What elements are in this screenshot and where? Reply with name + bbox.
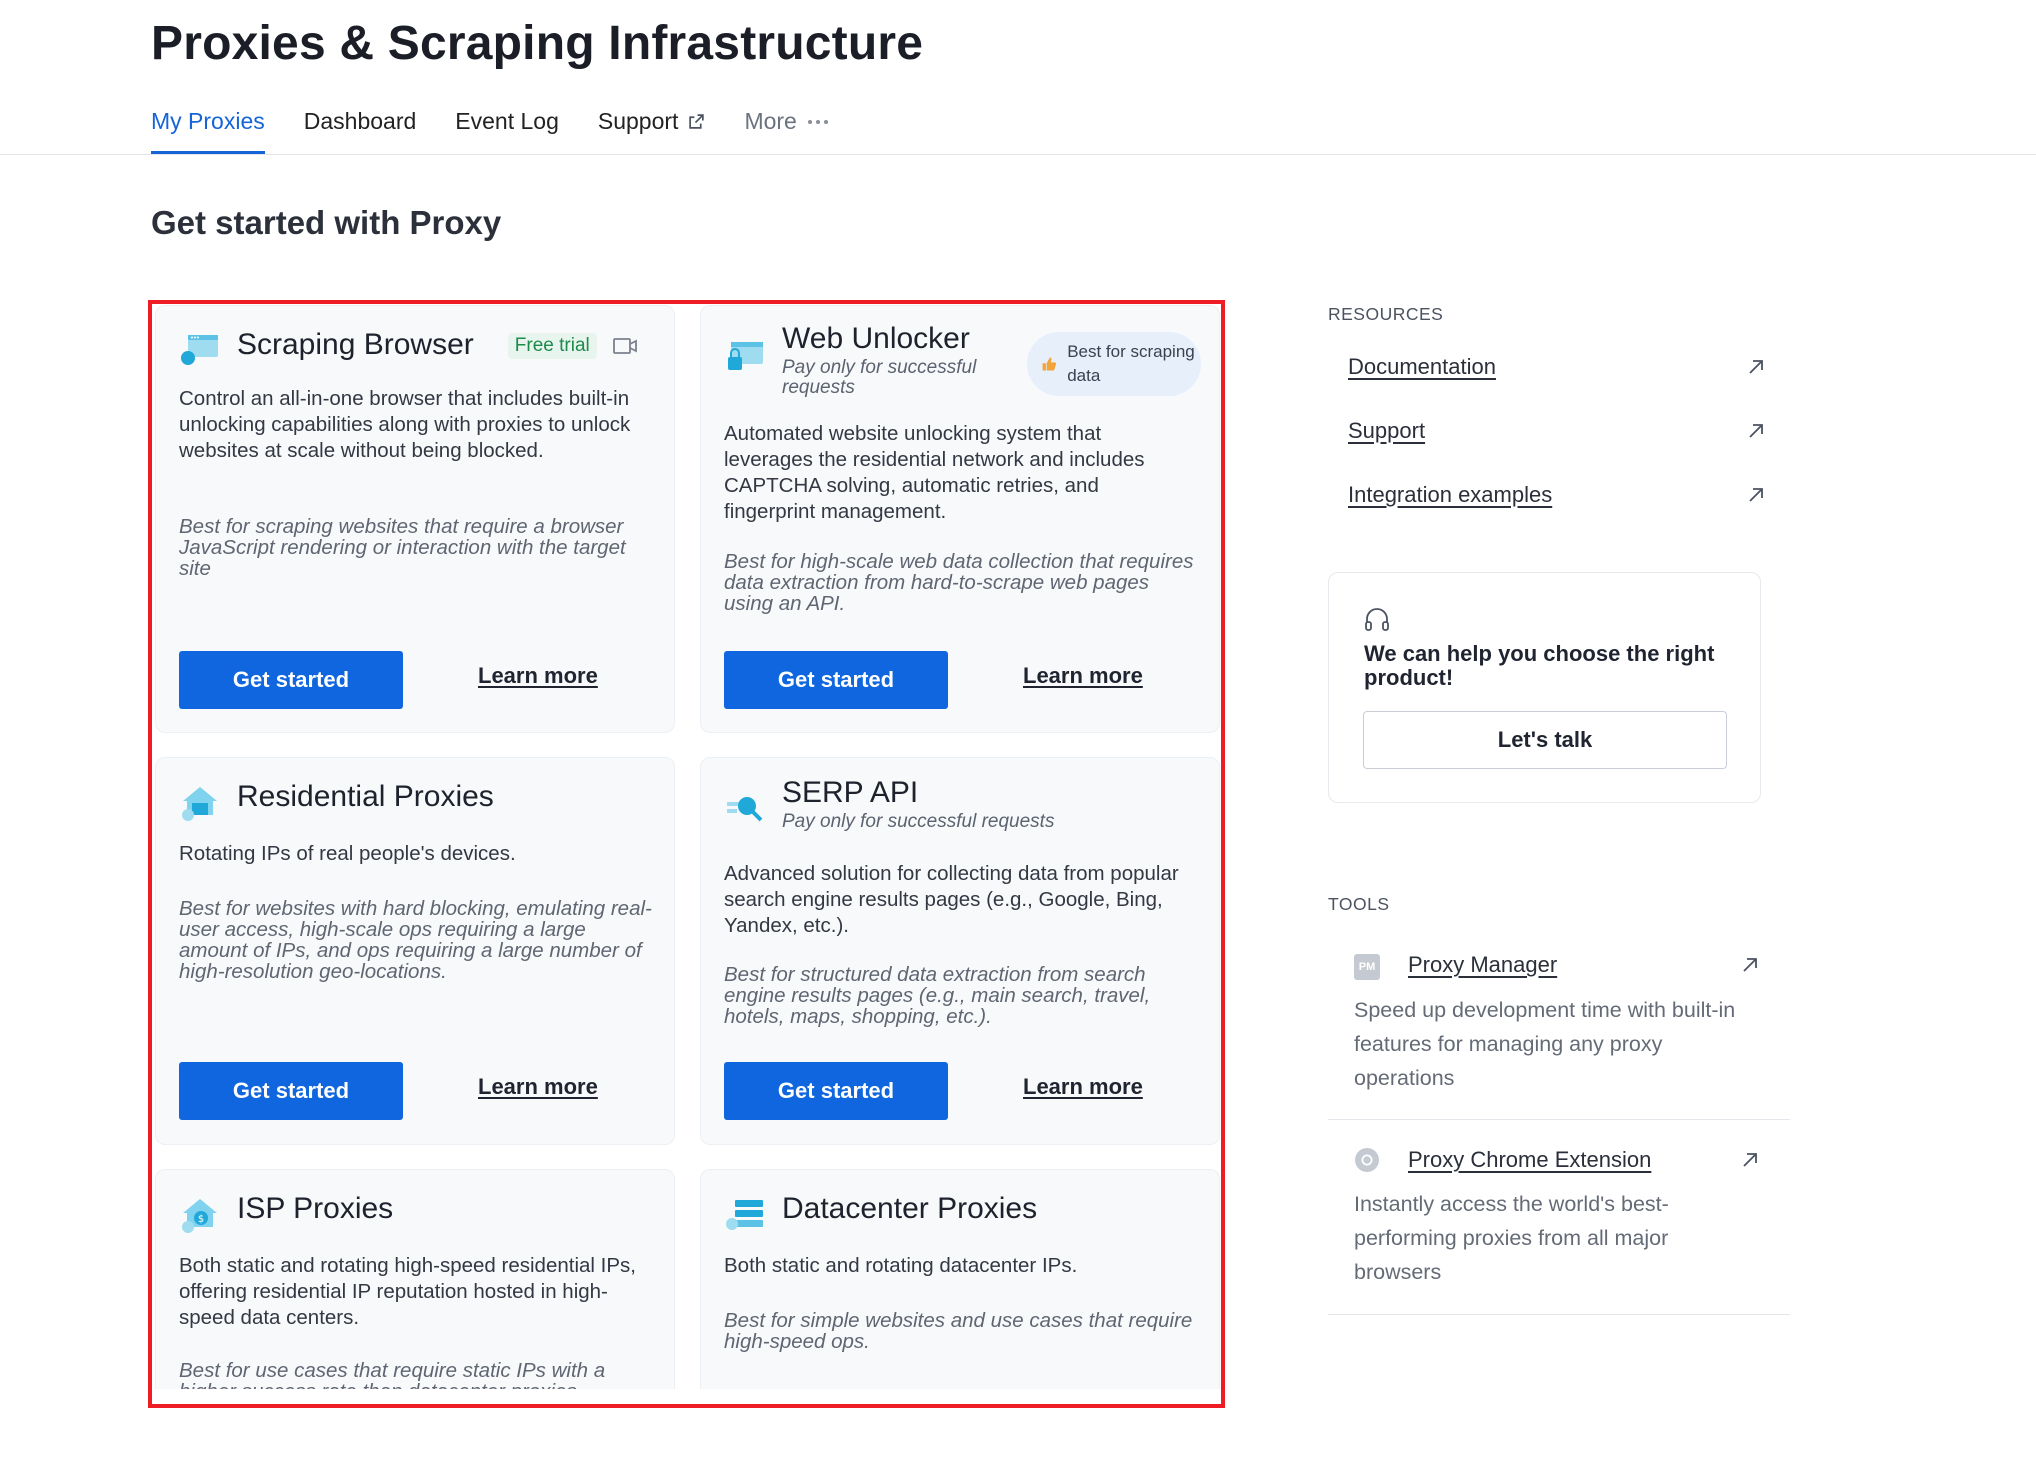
card-title: ISP Proxies [237, 1192, 394, 1225]
card-description: Both static and rotating datacenter IPs. [724, 1254, 1078, 1277]
tab-event-log[interactable]: Event Log [455, 104, 559, 154]
tab-label: Event Log [455, 108, 559, 134]
lock-browser-icon [728, 342, 763, 370]
video-icon[interactable] [612, 335, 638, 357]
free-trial-badge: Free trial [507, 333, 597, 359]
card-title: Residential Proxies [237, 780, 494, 813]
tab-label: Dashboard [303, 108, 417, 134]
tab-more[interactable]: More [744, 104, 828, 154]
product-card-datacenter-proxies: Datacenter Proxies Both static and rotat… [700, 1169, 1220, 1389]
server-stack-icon [726, 1200, 763, 1230]
tool-description: Instantly access the world's best-perfor… [1354, 1192, 1669, 1284]
get-started-button[interactable]: Get started [179, 1062, 403, 1120]
product-card-serp-api: SERP API Pay only for successful request… [700, 757, 1220, 1145]
card-header: $ ISP Proxies [180, 1190, 393, 1236]
card-best-for: Best for use cases that require static I… [179, 1359, 606, 1389]
card-title: Web Unlocker [782, 322, 970, 355]
support-link[interactable]: Support [1348, 418, 1425, 444]
search-icon [727, 797, 763, 822]
card-header: Datacenter Proxies [725, 1190, 1037, 1236]
tool-proxy-manager: PM Proxy Manager Speed up development ti… [1328, 930, 1790, 1120]
card-header: Residential Proxies [180, 778, 494, 824]
tab-bar: My Proxies Dashboard Event Log Support M… [151, 104, 868, 154]
product-grid: Scraping Browser Free trial Control an a… [155, 305, 1221, 1389]
card-description: Rotating IPs of real people's devices. [179, 842, 516, 865]
card-header: Scraping Browser Free trial [180, 326, 638, 372]
section-title: Get started with Proxy [151, 204, 502, 241]
card-header: SERP API Pay only for successful request… [725, 774, 1054, 832]
product-card-scraping-browser: Scraping Browser Free trial Control an a… [155, 305, 675, 733]
get-started-button[interactable]: Get started [179, 651, 403, 709]
arrow-up-right-icon[interactable] [1746, 357, 1766, 377]
tabs-divider [0, 154, 2036, 155]
proxy-manager-icon: PM [1354, 954, 1380, 980]
get-started-button[interactable]: Get started [724, 1062, 948, 1120]
card-subtitle: Pay only for successful requests [782, 811, 1055, 832]
learn-more-link[interactable]: Learn more [478, 663, 598, 689]
card-best-for: Best for high-scale web data collection … [724, 550, 1194, 615]
isp-house-icon: $ [182, 1199, 217, 1233]
card-best-for: Best for scraping websites that require … [179, 515, 626, 580]
card-description: Control an all-in-one browser that inclu… [179, 387, 631, 462]
browser-icon [181, 335, 218, 365]
page-title: Proxies & Scraping Infrastructure [151, 17, 924, 70]
product-card-isp-proxies: $ ISP Proxies Both static and rotating h… [155, 1169, 675, 1389]
card-header: Web Unlocker Pay only for successful req… [725, 320, 1012, 398]
card-best-for: Best for simple websites and use cases t… [724, 1309, 1193, 1353]
resources-heading: RESOURCES [1328, 304, 1444, 324]
card-best-for: Best for structured data extraction from… [724, 963, 1151, 1028]
card-description: Advanced solution for collecting data fr… [724, 862, 1179, 937]
card-best-for: Best for websites with hard blocking, em… [179, 897, 652, 983]
documentation-link[interactable]: Documentation [1348, 354, 1496, 380]
proxy-chrome-extension-link[interactable]: Proxy Chrome Extension [1408, 1147, 1651, 1173]
card-title: Scraping Browser [237, 328, 474, 361]
arrow-up-right-icon[interactable] [1746, 485, 1766, 505]
tab-my-proxies[interactable]: My Proxies [151, 104, 265, 154]
headset-icon [1365, 608, 1389, 631]
house-icon [182, 787, 217, 821]
product-card-residential-proxies: Residential Proxies Rotating IPs of real… [155, 757, 675, 1145]
tab-support[interactable]: Support [598, 104, 706, 154]
external-link-icon [689, 114, 705, 129]
svg-text:$: $ [198, 1214, 204, 1225]
arrow-up-right-icon[interactable] [1740, 1150, 1760, 1170]
tab-dashboard[interactable]: Dashboard [304, 104, 417, 154]
more-dots-icon [807, 120, 828, 124]
tab-label: My Proxies [151, 108, 265, 134]
chrome-icon [1355, 1148, 1379, 1172]
tool-proxy-chrome-extension: Proxy Chrome Extension Instantly access … [1328, 1121, 1790, 1315]
arrow-up-right-icon[interactable] [1746, 421, 1766, 441]
card-title-block: SERP API Pay only for successful request… [782, 774, 1054, 832]
card-title: SERP API [782, 776, 919, 809]
lets-talk-button[interactable]: Let's talk [1363, 711, 1727, 769]
card-subtitle: Pay only for successful requests [782, 357, 977, 398]
card-title: Datacenter Proxies [782, 1192, 1038, 1225]
tool-description: Speed up development time with built-in … [1354, 998, 1736, 1090]
integration-examples-link[interactable]: Integration examples [1348, 482, 1552, 508]
proxy-manager-link[interactable]: Proxy Manager [1408, 952, 1557, 978]
get-started-button[interactable]: Get started [724, 651, 948, 709]
help-title: We can help you choose the right product… [1364, 641, 1715, 690]
card-title-block: Web Unlocker Pay only for successful req… [782, 320, 1012, 398]
card-description: Automated website unlocking system that … [724, 422, 1145, 523]
learn-more-link[interactable]: Learn more [1023, 1074, 1143, 1100]
product-card-web-unlocker: Web Unlocker Pay only for successful req… [700, 305, 1220, 733]
thumbs-up-icon [1042, 357, 1057, 371]
card-description: Both static and rotating high-speed resi… [179, 1254, 636, 1329]
badge-text: Best for scraping data [1067, 342, 1195, 385]
tab-label: More [744, 108, 797, 134]
tools-heading: TOOLS [1328, 894, 1390, 914]
tab-label: Support [597, 108, 679, 134]
learn-more-link[interactable]: Learn more [1023, 663, 1143, 689]
best-for-scraping-badge: Best for scraping data [1027, 332, 1201, 396]
arrow-up-right-icon[interactable] [1740, 955, 1760, 975]
learn-more-link[interactable]: Learn more [478, 1074, 598, 1100]
help-box: We can help you choose the right product… [1328, 572, 1761, 803]
